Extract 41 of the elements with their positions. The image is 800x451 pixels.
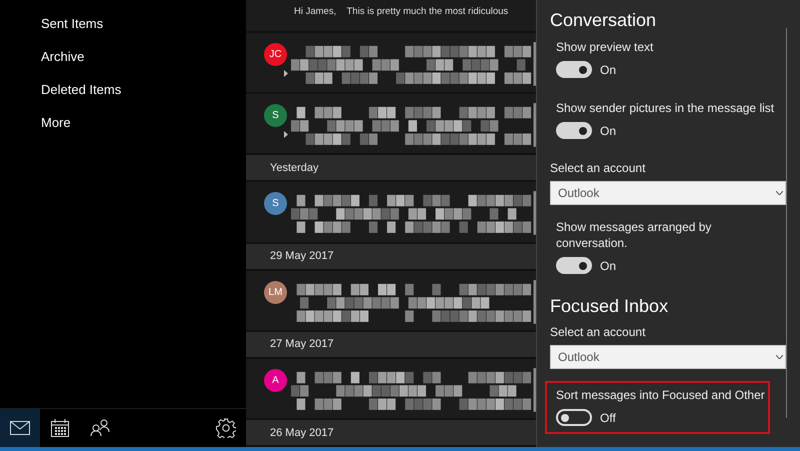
avatar: JC — [264, 42, 287, 66]
date-header: 27 May 2017 — [246, 332, 536, 359]
avatar: LM — [264, 280, 287, 304]
avatar: A — [264, 368, 287, 392]
folder-item[interactable]: Archive — [0, 49, 84, 82]
toggle-state: On — [600, 258, 616, 272]
date-header: 26 May 2017 — [246, 420, 536, 447]
account-dropdown[interactable]: Outlook — [550, 345, 786, 369]
setting-label: Sort messages into Focused and Other — [556, 387, 766, 403]
folder-item[interactable]: Sent Items — [0, 16, 104, 49]
avatar: S — [264, 192, 287, 216]
section-heading: Focused Inbox — [550, 296, 670, 317]
mail-button[interactable] — [0, 409, 40, 447]
message-item[interactable]: JC — [246, 32, 536, 94]
chevron-icon — [776, 191, 783, 195]
account-dropdown[interactable]: Outlook — [550, 181, 786, 205]
setting-label: Show sender pictures in the message list — [556, 100, 776, 116]
date-header: Yesterday — [246, 155, 536, 182]
toggle-switch[interactable] — [556, 61, 592, 78]
setting-label: Show messages arranged by conversation. — [556, 219, 712, 251]
setting-label: Select an account — [550, 325, 646, 339]
toggle-switch[interactable] — [556, 409, 592, 426]
date-header: 29 May 2017 — [246, 244, 536, 271]
calendar-icon — [51, 419, 69, 437]
setting-label: Select an account — [550, 161, 646, 175]
toggle-switch[interactable] — [556, 257, 592, 274]
toggle-state: On — [600, 62, 616, 76]
people-icon — [90, 419, 110, 437]
toggle-state: Off — [600, 410, 616, 424]
section-heading: Conversation — [550, 10, 658, 31]
settings-icon — [216, 418, 236, 438]
folder-item[interactable]: Deleted Items — [0, 82, 122, 115]
mail-icon — [10, 421, 30, 435]
toggle-switch[interactable] — [556, 122, 592, 139]
toggle-state: On — [600, 124, 616, 138]
avatar: S — [264, 104, 287, 128]
folder-item[interactable]: More — [0, 115, 71, 148]
message-item[interactable]: LM — [246, 270, 536, 332]
chevron-icon — [776, 355, 783, 359]
setting-label: Show preview text — [556, 39, 654, 55]
message-preview: Hi James, This is pretty much the most ridiculous — [294, 6, 508, 17]
